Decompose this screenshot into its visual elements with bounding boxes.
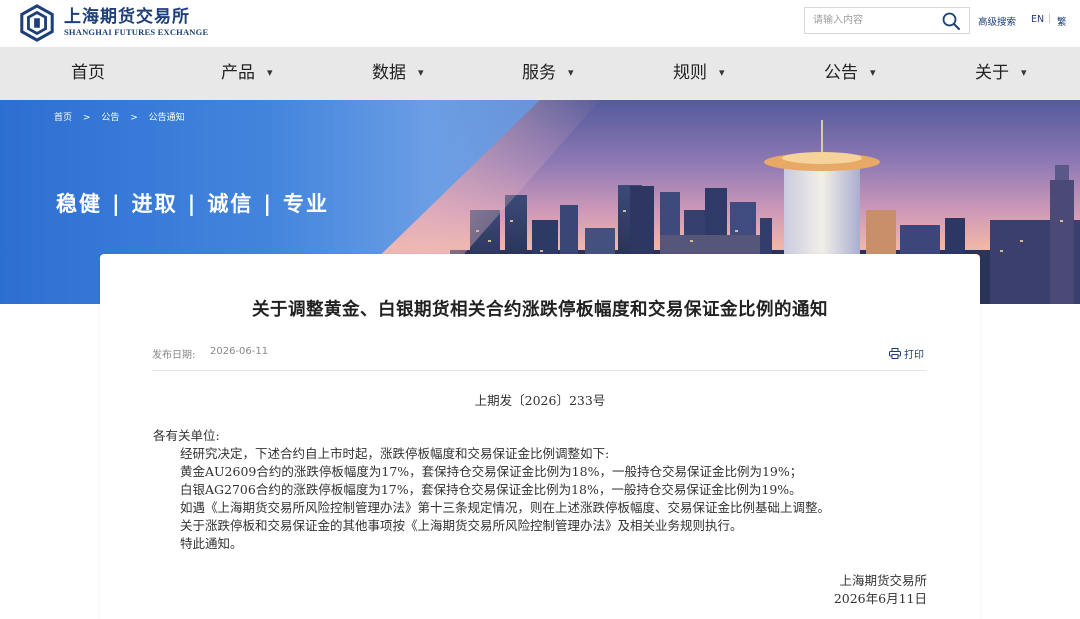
nav-item-announcements[interactable]: 公告 ▾ xyxy=(824,47,876,100)
signature-organization: 上海期货交易所 xyxy=(839,573,927,588)
caret-down-icon: ▾ xyxy=(1021,66,1027,79)
caret-down-icon: ▾ xyxy=(719,66,725,79)
paragraph: 经研究决定，下述合约自上市时起，涨跌停板幅度和交易保证金比例调整如下: xyxy=(180,446,610,461)
slogan-word: 专业 xyxy=(283,192,330,216)
paragraph: 特此通知。 xyxy=(180,536,243,551)
caret-down-icon: ▾ xyxy=(267,66,273,79)
main-nav: 首页 产品 ▾ 数据 ▾ 服务 ▾ 规则 ▾ 公告 ▾ 关于 ▾ xyxy=(0,47,1080,100)
paragraph: 白银AG2706合约的涨跌停板幅度为17%，套保持仓交易保证金比例为18%，一般… xyxy=(180,482,802,497)
print-label: 打印 xyxy=(904,350,924,361)
logo-wordmark: 上海期货交易所 SHANGHAI FUTURES EXCHANGE xyxy=(64,8,208,38)
signature-date: 2026年6月11日 xyxy=(833,591,927,606)
publish-date-label: 发布日期: xyxy=(152,350,196,361)
nav-item-services[interactable]: 服务 ▾ xyxy=(522,47,574,100)
exchange-logo-icon xyxy=(20,4,54,42)
site-logo[interactable]: 上海期货交易所 SHANGHAI FUTURES EXCHANGE xyxy=(18,4,208,42)
print-button[interactable]: 打印 xyxy=(889,346,924,361)
lang-en-link[interactable]: EN xyxy=(1031,14,1044,25)
paragraph: 关于涨跌停板和交易保证金的其他事项按《上海期货交易所风险控制管理办法》及相关业务… xyxy=(180,518,743,533)
slogan-word: 进取 xyxy=(131,192,178,216)
salutation: 各有关单位: xyxy=(153,428,220,443)
article-title: 关于调整黄金、白银期货相关合约涨跌停板幅度和交易保证金比例的通知 xyxy=(252,300,828,320)
nav-item-label: 公告 xyxy=(824,63,858,83)
nav-item-label: 服务 xyxy=(522,63,556,83)
nav-item-about[interactable]: 关于 ▾ xyxy=(975,47,1027,100)
printer-icon xyxy=(889,348,901,359)
advanced-search-link[interactable]: 高级搜索 xyxy=(978,14,1016,28)
nav-item-label: 产品 xyxy=(221,63,255,83)
nav-item-label: 数据 xyxy=(372,63,406,83)
nav-item-home[interactable]: 首页 xyxy=(71,47,105,100)
nav-item-label: 首页 xyxy=(71,63,105,83)
paragraph: 黄金AU2609合约的涨跌停板幅度为17%，套保持仓交易保证金比例为18%，一般… xyxy=(180,464,803,479)
breadcrumb-notices[interactable]: 公告通知 xyxy=(149,113,185,123)
logo-text-en: SHANGHAI FUTURES EXCHANGE xyxy=(64,27,209,37)
breadcrumb-home[interactable]: 首页 xyxy=(54,113,72,123)
slogan-word: 诚信 xyxy=(207,192,254,216)
caret-down-icon: ▾ xyxy=(418,66,424,79)
breadcrumb-separator: > xyxy=(82,113,91,123)
breadcrumb: 首页 > 公告 > 公告通知 xyxy=(54,110,193,123)
nav-item-data[interactable]: 数据 ▾ xyxy=(372,47,424,100)
search-icon[interactable] xyxy=(941,11,961,31)
slogan-word: 稳健 xyxy=(56,192,102,216)
banner-slogan: 稳健 | 进取 | 诚信 | 专业 xyxy=(56,188,329,218)
caret-down-icon: ▾ xyxy=(870,66,876,79)
nav-item-label: 规则 xyxy=(673,63,707,83)
slogan-separator: | xyxy=(112,192,122,216)
publish-date: 2026-06-11 xyxy=(210,346,269,357)
slogan-separator: | xyxy=(263,192,274,216)
nav-item-label: 关于 xyxy=(975,63,1009,83)
breadcrumb-announcements[interactable]: 公告 xyxy=(101,113,119,123)
breadcrumb-separator: > xyxy=(130,113,138,123)
article-card: 关于调整黄金、白银期货相关合约涨跌停板幅度和交易保证金比例的通知 发布日期: 2… xyxy=(100,254,980,619)
search-box xyxy=(804,7,970,34)
nav-item-rules[interactable]: 规则 ▾ xyxy=(673,47,725,100)
caret-down-icon: ▾ xyxy=(568,66,574,79)
divider xyxy=(152,370,927,371)
lang-separator: | xyxy=(1048,13,1052,24)
nav-item-products[interactable]: 产品 ▾ xyxy=(221,47,273,100)
paragraph: 如遇《上海期货交易所风险控制管理办法》第十三条规定情况，则在上述涨跌停板幅度、交… xyxy=(180,500,831,515)
site-header: 上海期货交易所 SHANGHAI FUTURES EXCHANGE 高级搜索 E… xyxy=(0,0,1080,47)
lang-traditional-link[interactable]: 繁 xyxy=(1057,14,1067,28)
logo-text-cn: 上海期货交易所 xyxy=(64,7,190,27)
search-input[interactable] xyxy=(813,11,933,30)
slogan-separator: | xyxy=(187,192,198,216)
document-number: 上期发〔2026〕233号 xyxy=(474,393,606,408)
